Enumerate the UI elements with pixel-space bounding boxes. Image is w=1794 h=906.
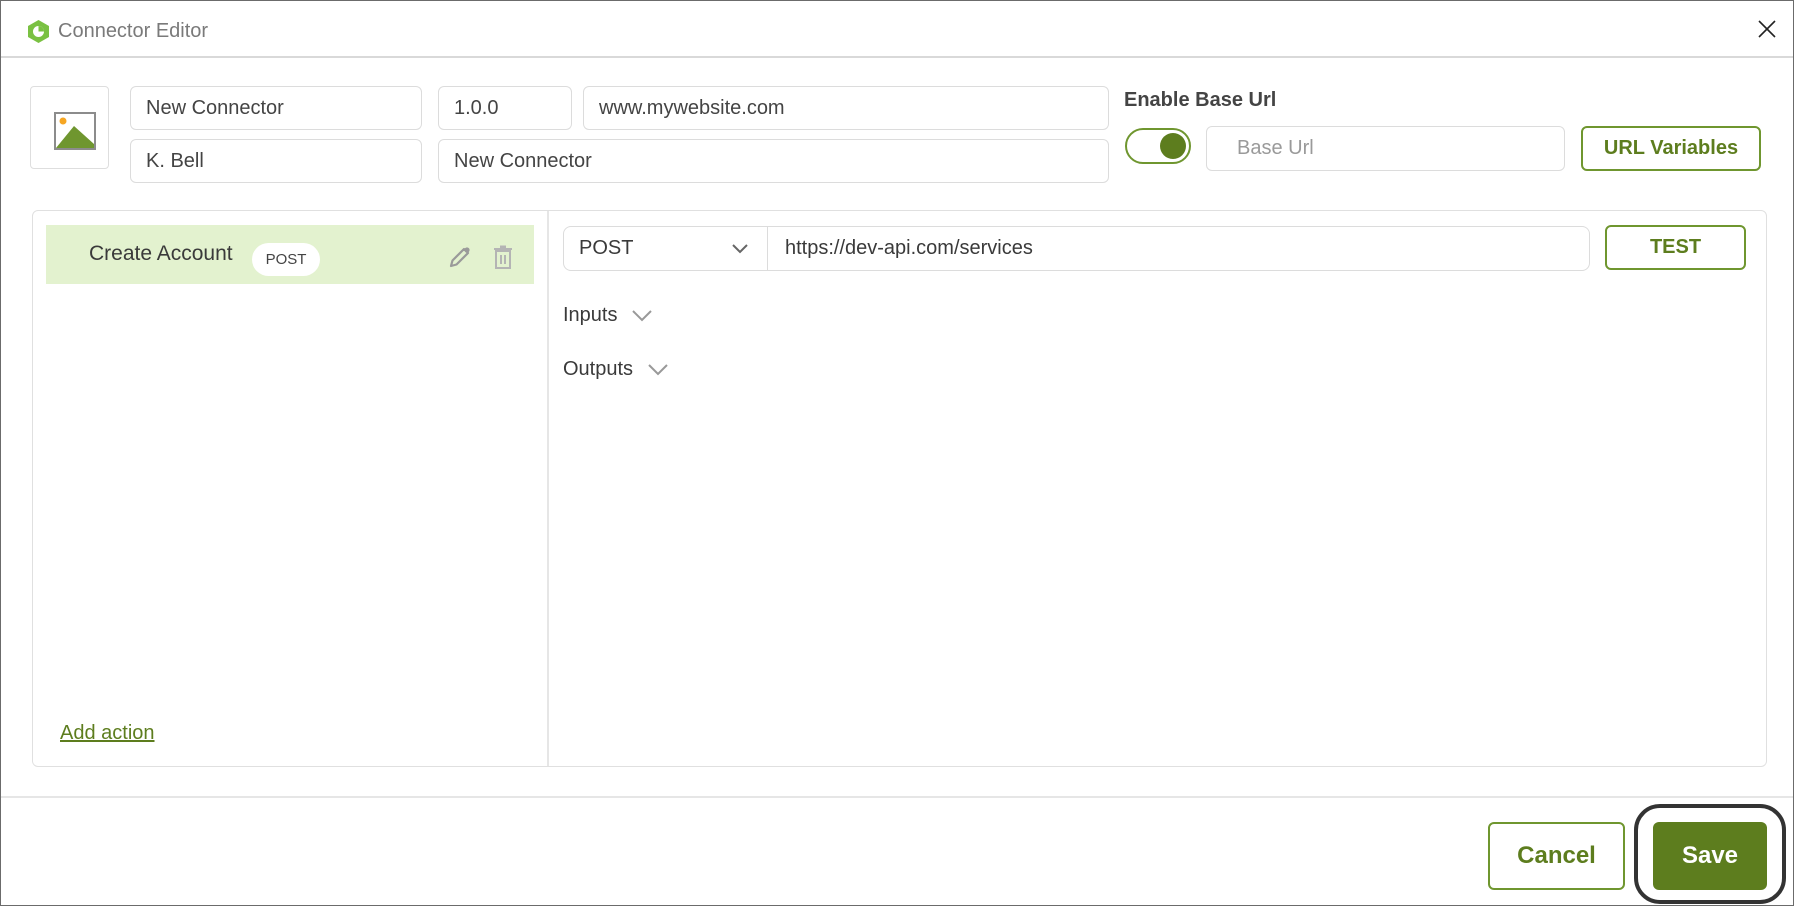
actions-panel	[32, 210, 1767, 767]
test-button[interactable]: TEST	[1605, 225, 1746, 270]
connector-name-input[interactable]: New Connector	[130, 86, 422, 130]
connector-image-picker[interactable]	[30, 86, 109, 169]
cancel-button[interactable]: Cancel	[1488, 822, 1625, 890]
request-url-input[interactable]: https://dev-api.com/services	[767, 226, 1590, 271]
method-badge: POST	[252, 243, 320, 276]
website-value: www.mywebsite.com	[599, 96, 785, 119]
footer-divider	[1, 796, 1793, 798]
outputs-label: Outputs	[563, 358, 634, 380]
enable-base-url-toggle[interactable]	[1125, 128, 1191, 164]
pencil-icon[interactable]	[448, 245, 472, 269]
description-input[interactable]: New Connector	[438, 139, 1109, 183]
outputs-section-toggle[interactable]: Outputs	[563, 358, 669, 381]
connector-name-value: New Connector	[146, 96, 284, 119]
website-input[interactable]: www.mywebsite.com	[583, 86, 1109, 130]
http-method-select[interactable]: POST	[563, 226, 768, 271]
version-input[interactable]: 1.0.0	[438, 86, 572, 130]
trash-icon[interactable]	[492, 245, 514, 269]
version-value: 1.0.0	[454, 96, 499, 119]
base-url-placeholder: Base Url	[1237, 137, 1314, 159]
connector-editor-window: Connector Editor New Connector 1.0.0 www…	[0, 0, 1794, 906]
chevron-down-icon	[632, 309, 653, 321]
close-icon[interactable]	[1755, 17, 1779, 41]
window-title: Connector Editor	[58, 20, 209, 42]
action-list-item[interactable]: Create Account POST	[46, 225, 534, 284]
base-url-input[interactable]: Base Url	[1206, 126, 1565, 171]
sidebar-divider	[547, 211, 549, 766]
chevron-down-icon	[732, 244, 748, 254]
connector-logo-icon	[28, 20, 49, 43]
enable-base-url-label: Enable Base Url	[1124, 89, 1277, 111]
url-variables-button[interactable]: URL Variables	[1581, 126, 1761, 171]
inputs-label: Inputs	[563, 304, 618, 326]
title-bar: Connector Editor	[1, 1, 1793, 58]
author-input[interactable]: K. Bell	[130, 139, 422, 183]
save-button[interactable]: Save	[1653, 822, 1767, 890]
chevron-down-icon	[648, 363, 668, 375]
add-action-link[interactable]: Add action	[60, 722, 155, 745]
description-value: New Connector	[454, 149, 592, 172]
toggle-knob	[1160, 133, 1186, 159]
inputs-section-toggle[interactable]: Inputs	[563, 304, 653, 327]
image-placeholder-icon	[54, 112, 96, 150]
http-method-value: POST	[579, 237, 634, 259]
request-url-value: https://dev-api.com/services	[785, 237, 1033, 259]
author-value: K. Bell	[146, 149, 204, 172]
action-name: Create Account	[89, 242, 233, 265]
